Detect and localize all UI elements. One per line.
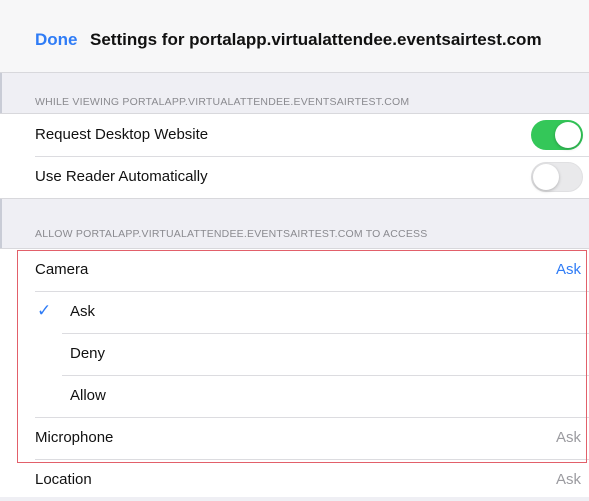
- checkmark-icon: ✓: [37, 301, 52, 320]
- reader-row[interactable]: Use Reader Automatically: [0, 156, 589, 198]
- navigation-bar: Done Settings for portalapp.virtualatten…: [0, 0, 589, 73]
- microphone-row[interactable]: Microphone Ask: [0, 417, 589, 459]
- microphone-value: Ask: [555, 429, 581, 446]
- location-value: Ask: [555, 471, 581, 488]
- viewing-section-header: WHILE VIEWING PORTALAPP.VIRTUALATTENDEE.…: [35, 96, 410, 108]
- location-label: Location: [35, 471, 92, 488]
- reader-label: Use Reader Automatically: [35, 168, 208, 185]
- camera-row[interactable]: Camera Ask: [0, 249, 589, 291]
- request-desktop-row[interactable]: Request Desktop Website: [0, 114, 589, 156]
- camera-option-allow[interactable]: Allow: [0, 375, 589, 417]
- access-section-header: ALLOW PORTALAPP.VIRTUALATTENDEE.EVENTSAI…: [35, 228, 428, 240]
- request-desktop-toggle[interactable]: [531, 120, 583, 150]
- location-row[interactable]: Location Ask: [0, 459, 589, 501]
- reader-toggle[interactable]: [531, 162, 583, 192]
- camera-value: Ask: [555, 261, 581, 278]
- option-label: Ask: [70, 303, 96, 320]
- camera-label: Camera: [35, 261, 89, 278]
- camera-option-ask[interactable]: ✓ Ask: [0, 291, 589, 333]
- toggle-knob: [555, 122, 581, 148]
- option-label: Deny: [70, 345, 106, 362]
- microphone-label: Microphone: [35, 429, 114, 446]
- settings-screen: Done Settings for portalapp.virtualatten…: [0, 0, 589, 497]
- toggle-knob: [533, 164, 559, 190]
- option-label: Allow: [70, 387, 106, 404]
- viewing-settings-group: Request Desktop Website Use Reader Autom…: [0, 113, 589, 199]
- access-settings-group: Camera Ask ✓ Ask Deny Allow Microphone A…: [0, 248, 589, 497]
- done-button[interactable]: Done: [35, 30, 78, 50]
- camera-option-deny[interactable]: Deny: [0, 333, 589, 375]
- page-title: Settings for portalapp.virtualattendee.e…: [90, 30, 542, 49]
- request-desktop-label: Request Desktop Website: [35, 126, 209, 143]
